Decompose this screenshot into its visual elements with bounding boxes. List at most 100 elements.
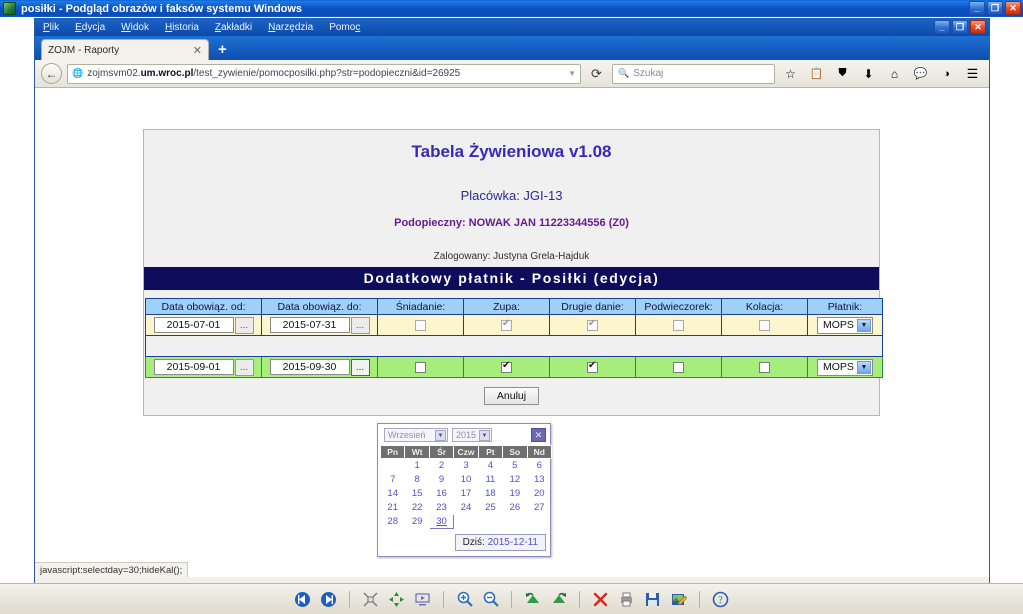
new-tab-button[interactable]: + xyxy=(218,41,227,58)
rotate-left-icon[interactable] xyxy=(523,590,542,609)
browser-close-button[interactable]: ✕ xyxy=(970,20,986,34)
print-icon[interactable] xyxy=(617,590,636,609)
browser-tab[interactable]: ZOJM - Raporty ✕ xyxy=(41,39,209,60)
cancel-button[interactable]: Anuluj xyxy=(483,387,540,405)
pocket-icon[interactable]: ⛊ xyxy=(832,63,853,84)
chevron-down-icon[interactable]: ▼ xyxy=(857,318,871,332)
calendar-day[interactable]: 22 xyxy=(405,501,429,515)
photo-viewer-maximize-button[interactable]: ❐ xyxy=(987,1,1003,15)
chevron-down-icon[interactable]: ▼ xyxy=(479,430,490,441)
calendar-day[interactable]: 24 xyxy=(454,501,478,515)
address-bar-dropdown-icon[interactable]: ▼ xyxy=(568,69,576,78)
menu-item-pomoc[interactable]: Pomoc xyxy=(329,22,360,33)
calendar-day[interactable]: 23 xyxy=(429,501,453,515)
platnik-select[interactable]: MOPS ▼ xyxy=(817,316,873,334)
calendar-day-selected[interactable]: 30 xyxy=(428,514,455,529)
calendar-day[interactable]: 7 xyxy=(381,473,405,487)
browser-window-controls[interactable]: _ ❐ ✕ xyxy=(934,20,986,34)
bookmark-star-icon[interactable]: ☆ xyxy=(780,63,801,84)
browser-minimize-button[interactable]: _ xyxy=(934,20,950,34)
zoom-out-icon[interactable] xyxy=(481,590,500,609)
next-image-icon[interactable] xyxy=(319,590,338,609)
chevron-down-icon[interactable]: ▼ xyxy=(857,360,871,374)
date-from-input[interactable]: 2015-09-01 xyxy=(153,359,234,375)
menu-item-zakladki[interactable]: Zakładki xyxy=(215,22,252,33)
calendar-day[interactable]: 5 xyxy=(503,459,527,473)
actual-size-icon[interactable] xyxy=(387,590,406,609)
menu-item-edycja[interactable]: Edycja xyxy=(75,22,105,33)
calendar-day[interactable]: 14 xyxy=(381,487,405,501)
menu-item-widok[interactable]: Widok xyxy=(121,22,149,33)
date-to-picker-button[interactable]: ... xyxy=(350,358,370,376)
checkbox-kolacja[interactable] xyxy=(759,361,770,373)
home-icon[interactable]: ⌂ xyxy=(884,63,905,84)
reload-button[interactable]: ⟳ xyxy=(586,63,607,84)
search-input[interactable]: Szukaj xyxy=(633,68,663,79)
checkbox-sniadanie[interactable] xyxy=(415,361,426,373)
chat-icon[interactable]: 💬 xyxy=(910,63,931,84)
calendar-day[interactable]: 19 xyxy=(503,487,527,501)
checkbox-zupa[interactable] xyxy=(501,360,512,373)
calendar-day[interactable]: 16 xyxy=(429,487,453,501)
edit-icon[interactable] xyxy=(669,590,688,609)
calendar-day[interactable]: 2 xyxy=(429,459,453,473)
calendar-day[interactable]: 1 xyxy=(405,459,429,473)
calendar-day[interactable]: 12 xyxy=(503,473,527,487)
date-from-input[interactable]: 2015-07-01 xyxy=(153,317,234,333)
date-picker-popup[interactable]: Wrzesień ▼ 2015 ▼ ✕ Pn Wt Śr Czw Pt So N… xyxy=(377,423,553,557)
slideshow-icon[interactable] xyxy=(413,590,432,609)
date-to-input[interactable]: 2015-09-30 xyxy=(269,359,350,375)
address-bar[interactable]: 🌐 zojmsvm02.um.wroc.pl/test_zywienie/pom… xyxy=(67,63,581,84)
zoom-in-icon[interactable] xyxy=(455,590,474,609)
checkbox-drugie-danie[interactable] xyxy=(587,318,598,331)
checkbox-kolacja[interactable] xyxy=(759,319,770,331)
calendar-day[interactable]: 15 xyxy=(405,487,429,501)
calendar-day[interactable]: 9 xyxy=(429,473,453,487)
menu-item-plik[interactable]: Plik xyxy=(43,22,59,33)
chevron-down-icon[interactable]: ▼ xyxy=(435,430,446,441)
calendar-day[interactable]: 6 xyxy=(527,459,551,473)
back-button[interactable]: ← xyxy=(41,63,62,84)
platnik-select[interactable]: MOPS ▼ xyxy=(817,358,873,376)
date-from-picker-button[interactable]: ... xyxy=(234,358,254,376)
calendar-day[interactable]: 10 xyxy=(454,473,478,487)
delete-icon[interactable] xyxy=(591,590,610,609)
reader-icon[interactable]: 📋 xyxy=(806,63,827,84)
calendar-day[interactable]: 21 xyxy=(381,501,405,515)
help-icon[interactable]: ? xyxy=(711,590,730,609)
calendar-day[interactable]: 11 xyxy=(478,473,502,487)
calendar-day[interactable]: 25 xyxy=(478,501,502,515)
photo-viewer-close-button[interactable]: ✕ xyxy=(1005,1,1021,15)
calendar-day[interactable]: 27 xyxy=(527,501,551,515)
date-to-picker-button[interactable]: ... xyxy=(350,316,370,334)
calendar-day[interactable]: 17 xyxy=(454,487,478,501)
date-to-input[interactable]: 2015-07-31 xyxy=(269,317,350,333)
calendar-day[interactable]: 26 xyxy=(503,501,527,515)
calendar-close-button[interactable]: ✕ xyxy=(531,428,546,442)
rotate-right-icon[interactable] xyxy=(549,590,568,609)
best-fit-icon[interactable] xyxy=(361,590,380,609)
photo-viewer-minimize-button[interactable]: _ xyxy=(969,1,985,15)
previous-image-icon[interactable] xyxy=(293,590,312,609)
search-bar[interactable]: 🔍 Szukaj xyxy=(612,63,775,84)
sync-icon[interactable]: ◑ xyxy=(936,63,957,84)
browser-maximize-button[interactable]: ❐ xyxy=(952,20,968,34)
photo-viewer-window-controls[interactable]: _ ❐ ✕ xyxy=(969,1,1021,15)
checkbox-zupa[interactable] xyxy=(501,318,512,331)
menu-item-narzedzia[interactable]: Narzędzia xyxy=(268,22,313,33)
calendar-day[interactable]: 18 xyxy=(478,487,502,501)
save-icon[interactable] xyxy=(643,590,662,609)
date-from-picker-button[interactable]: ... xyxy=(234,316,254,334)
hamburger-menu-icon[interactable]: ☰ xyxy=(962,63,983,84)
tab-close-icon[interactable]: ✕ xyxy=(193,44,202,57)
calendar-day[interactable]: 28 xyxy=(381,515,405,529)
calendar-day[interactable]: 4 xyxy=(478,459,502,473)
checkbox-podwieczorek[interactable] xyxy=(673,361,684,373)
downloads-icon[interactable]: ⬇ xyxy=(858,63,879,84)
calendar-year-select[interactable]: 2015 ▼ xyxy=(452,428,492,442)
calendar-day[interactable]: 8 xyxy=(405,473,429,487)
calendar-today-box[interactable]: Dziś: 2015-12-11 xyxy=(454,534,546,551)
calendar-day[interactable]: 13 xyxy=(527,473,551,487)
calendar-day[interactable]: 29 xyxy=(405,515,429,529)
menu-item-historia[interactable]: Historia xyxy=(165,22,199,33)
